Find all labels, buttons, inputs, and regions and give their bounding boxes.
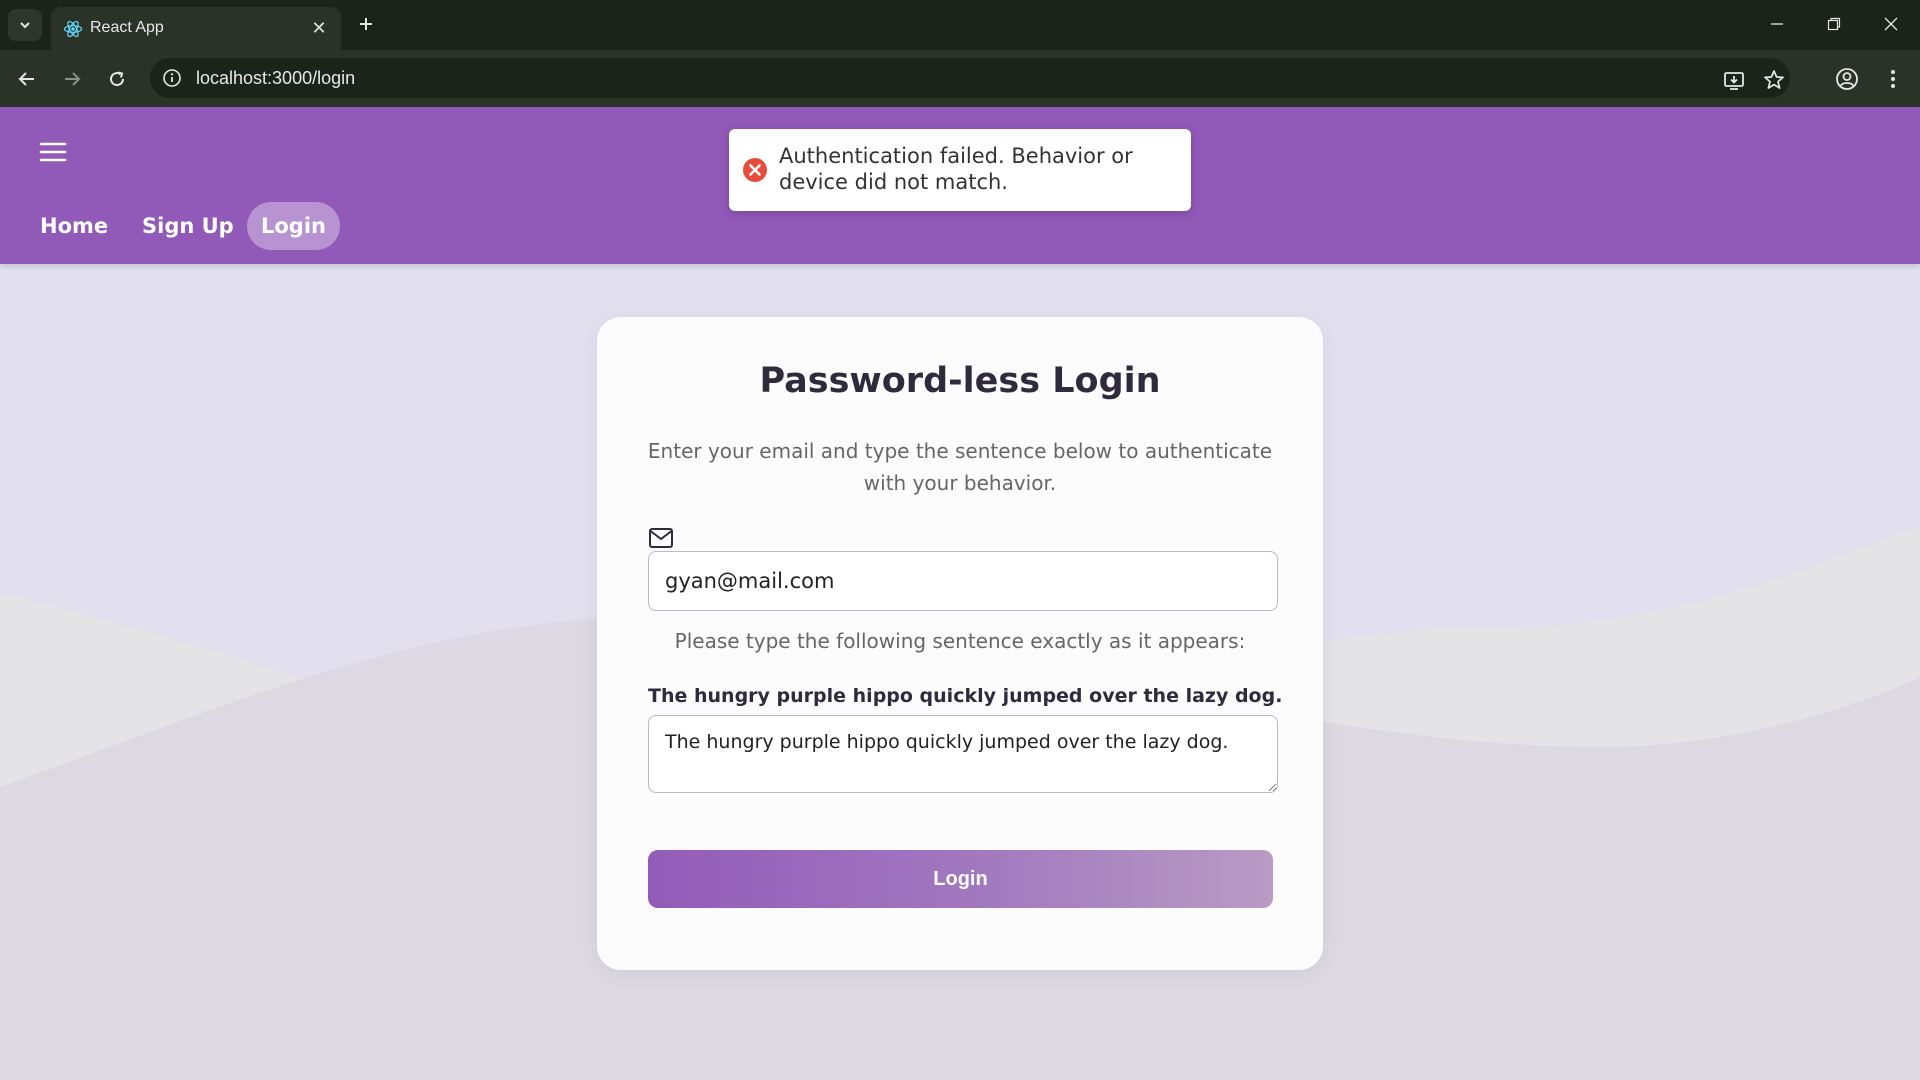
install-app-icon[interactable] — [1722, 68, 1746, 92]
close-tab-icon[interactable]: ✕ — [307, 16, 331, 40]
nav-home[interactable]: Home — [26, 202, 122, 250]
site-info-icon[interactable] — [162, 68, 182, 88]
page-viewport: Home Sign Up Login Authentication failed… — [0, 107, 1920, 1080]
page-title: Password-less Login — [759, 361, 1161, 401]
back-button[interactable] — [10, 62, 44, 96]
toast-message: Authentication failed. Behavior or devic… — [779, 144, 1133, 194]
browser-toolbar: localhost:3000/login — [0, 50, 1920, 107]
restore-button[interactable] — [1805, 0, 1863, 48]
target-sentence: The hungry purple hippo quickly jumped o… — [648, 685, 1283, 707]
forward-button[interactable] — [55, 62, 89, 96]
email-input[interactable] — [648, 551, 1278, 611]
error-toast: Authentication failed. Behavior or devic… — [729, 129, 1191, 211]
plus-icon — [360, 18, 372, 30]
more-menu-icon[interactable] — [1880, 66, 1906, 92]
mail-icon — [649, 528, 673, 548]
browser-tab[interactable]: React App ✕ — [51, 7, 341, 50]
url-text: localhost:3000/login — [196, 68, 356, 88]
arrow-right-icon — [65, 72, 81, 86]
bookmark-star-icon[interactable] — [1762, 68, 1786, 92]
login-card: Password-less Login Enter your email and… — [597, 317, 1323, 970]
reload-button[interactable] — [100, 62, 134, 96]
tab-list-button[interactable] — [8, 9, 42, 41]
close-window-button[interactable] — [1862, 0, 1920, 48]
close-icon — [1884, 17, 1898, 31]
tab-title: React App — [90, 19, 164, 36]
browser-tab-bar: React App ✕ — [0, 0, 1920, 50]
profile-icon[interactable] — [1834, 66, 1860, 92]
nav-signup[interactable]: Sign Up — [128, 202, 248, 250]
error-icon — [743, 158, 767, 182]
arrow-left-icon — [18, 72, 34, 86]
minimize-button[interactable] — [1748, 0, 1806, 48]
hamburger-menu-icon[interactable] — [38, 137, 68, 167]
react-logo-icon — [63, 20, 83, 38]
address-bar[interactable]: localhost:3000/login — [150, 58, 1790, 98]
chevron-down-icon — [20, 22, 30, 29]
page-subtitle: Enter your email and type the sentence b… — [647, 439, 1273, 495]
reload-icon — [110, 71, 125, 87]
login-button[interactable]: Login — [648, 850, 1273, 908]
nav-login[interactable]: Login — [247, 202, 340, 250]
sentence-instruction: Please type the following sentence exact… — [674, 629, 1246, 653]
restore-icon — [1827, 17, 1841, 31]
new-tab-button[interactable] — [352, 10, 380, 38]
minimize-icon — [1771, 23, 1783, 25]
sentence-textarea[interactable]: The hungry purple hippo quickly jumped o… — [648, 715, 1278, 793]
